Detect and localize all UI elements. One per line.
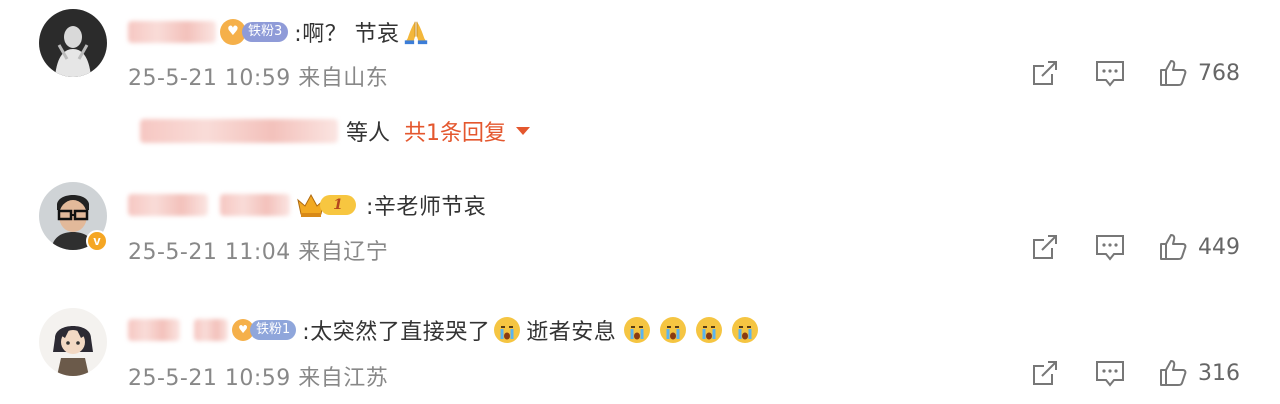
share-button[interactable]: [1030, 232, 1060, 262]
share-icon: [1033, 61, 1057, 85]
avatar-image: [39, 308, 107, 376]
like-button[interactable]: 768: [1158, 58, 1240, 88]
crown-badge[interactable]: 1: [296, 192, 356, 218]
like-count: 449: [1198, 234, 1240, 260]
comment-text: :啊？ 节哀: [294, 22, 400, 47]
comment-header: ♥ 铁粉3 :啊？ 节哀: [128, 12, 432, 52]
reply-usernames-blurred: [140, 119, 338, 143]
like-icon: [1160, 60, 1187, 86]
comment-item: ♥ 铁粉3 :啊？ 节哀 25-5-21 10:59 来自山东 768: [0, 0, 1280, 110]
comment-item: ♥ 铁粉1 :太突然了直接哭了 逝者安息 25-5-21 10:59 来自江苏 …: [0, 300, 1280, 404]
username-blurred[interactable]: [220, 194, 290, 216]
comment-location: 来自辽宁: [298, 240, 389, 265]
fan-badge-label: 铁粉3: [242, 22, 289, 42]
comment-actions: 316: [1030, 358, 1250, 388]
reply-summary[interactable]: 等人 共1条回复: [140, 114, 531, 148]
like-count: 768: [1198, 60, 1240, 86]
comment-button[interactable]: [1094, 58, 1126, 88]
username-blurred[interactable]: [194, 319, 228, 341]
comment-meta: 25-5-21 10:59 来自山东: [128, 60, 388, 92]
reply-label: 等人: [346, 121, 391, 146]
crown-level: 1: [320, 195, 356, 215]
comment-icon: [1096, 361, 1124, 387]
fan-badge-label: 铁粉1: [250, 320, 297, 340]
comment-text: :辛老师节哀: [366, 195, 487, 220]
username-blurred[interactable]: [128, 21, 216, 43]
comment-location: 来自山东: [298, 66, 389, 91]
like-icon: [1160, 234, 1187, 260]
comment-meta: 25-5-21 11:04 来自辽宁: [128, 234, 388, 266]
comment-icon: [1096, 61, 1124, 87]
comment-location: 来自江苏: [298, 366, 389, 391]
pray-emoji: [404, 21, 427, 45]
comment-header: 1 :辛老师节哀: [128, 185, 486, 225]
username-blurred[interactable]: [128, 194, 208, 216]
comment-icon: [1096, 235, 1124, 261]
like-count: 316: [1198, 360, 1240, 386]
comment-button[interactable]: [1094, 358, 1126, 388]
avatar-image: [39, 9, 107, 77]
comment-meta: 25-5-21 10:59 来自江苏: [128, 360, 388, 392]
username-blurred[interactable]: [128, 319, 180, 341]
crying-emoji: [494, 317, 521, 343]
crying-emoji: [732, 317, 759, 343]
comment-header: ♥ 铁粉1 :太突然了直接哭了 逝者安息: [128, 310, 762, 350]
avatar[interactable]: [39, 308, 107, 376]
comment-actions: 449: [1030, 232, 1250, 262]
like-button[interactable]: 449: [1158, 232, 1240, 262]
share-icon: [1033, 235, 1057, 259]
crying-emoji: [624, 317, 651, 343]
comment-item: v 1 :辛老师节哀 25-5-21 11:04 来自辽宁 449: [0, 170, 1280, 280]
comment-time: 25-5-21 10:59: [128, 66, 291, 91]
comment-time: 25-5-21 10:59: [128, 366, 291, 391]
share-button[interactable]: [1030, 358, 1060, 388]
fan-badge[interactable]: ♥ 铁粉1: [232, 317, 297, 343]
share-icon: [1033, 361, 1057, 385]
view-replies-link[interactable]: 共1条回复: [404, 115, 506, 147]
verified-badge-icon: v: [86, 230, 108, 252]
crying-emoji: [660, 317, 687, 343]
avatar[interactable]: [39, 9, 107, 77]
crying-emoji: [696, 317, 723, 343]
share-button[interactable]: [1030, 58, 1060, 88]
like-icon: [1160, 360, 1187, 386]
comment-text: :太突然了直接哭了: [302, 320, 491, 345]
comment-button[interactable]: [1094, 232, 1126, 262]
fan-badge[interactable]: ♥ 铁粉3: [220, 19, 289, 45]
like-button[interactable]: 316: [1158, 358, 1240, 388]
chevron-down-icon[interactable]: [516, 127, 531, 135]
comment-time: 25-5-21 11:04: [128, 240, 291, 265]
comment-actions: 768: [1030, 58, 1250, 88]
comment-text-continued: 逝者安息: [526, 320, 617, 345]
